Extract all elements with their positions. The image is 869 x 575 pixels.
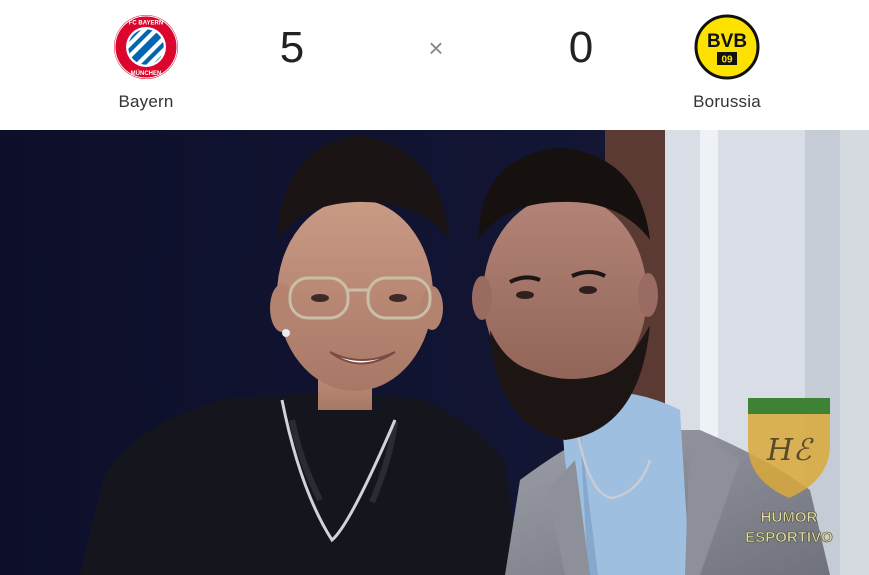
svg-text:BVB: BVB <box>707 31 747 52</box>
versus-separator: × <box>428 33 444 63</box>
away-team-name: Borussia <box>693 92 761 111</box>
scoreboard: FC BAYERN MÜNCHEN Bayern 5 × 0 BVB 09 Bo… <box>0 0 869 130</box>
bayern-crest-icon: FC BAYERN MÜNCHEN <box>114 15 178 79</box>
watermark-line-1: HUMOR <box>761 509 818 526</box>
svg-text:FC BAYERN: FC BAYERN <box>129 21 163 27</box>
svg-text:MÜNCHEN: MÜNCHEN <box>131 70 162 77</box>
away-score: 0 <box>568 23 594 72</box>
home-team-name: Bayern <box>118 92 174 111</box>
borussia-crest-icon: BVB 09 <box>694 14 760 80</box>
two-men-portrait-image: Hℰ HUMOR ESPORTIVO <box>0 130 869 575</box>
meme-photo: Hℰ HUMOR ESPORTIVO <box>0 130 869 575</box>
away-team[interactable]: BVB 09 Borussia <box>667 14 787 112</box>
home-score: 5 <box>279 23 305 72</box>
watermark-monogram: Hℰ <box>766 433 814 468</box>
watermark-line-2: ESPORTIVO <box>745 529 833 546</box>
svg-text:09: 09 <box>721 55 733 66</box>
home-team[interactable]: FC BAYERN MÜNCHEN Bayern <box>86 14 206 112</box>
